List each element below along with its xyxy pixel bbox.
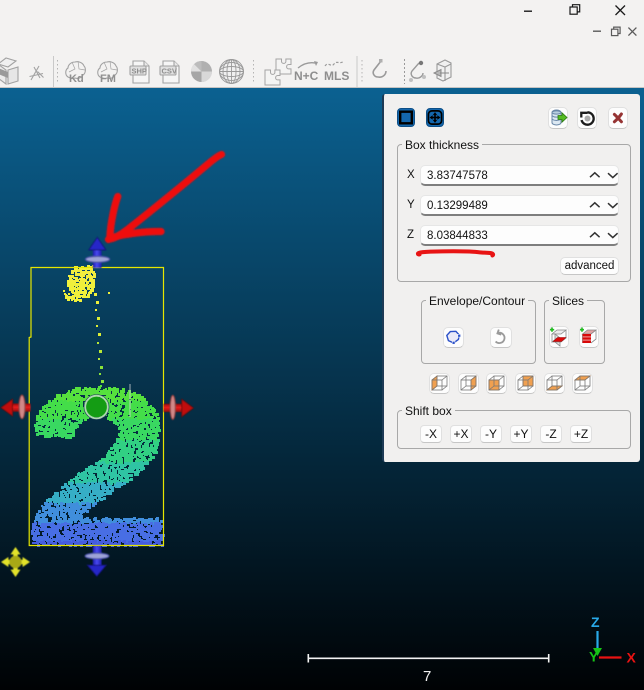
svg-text:Kd: Kd: [69, 73, 84, 85]
svg-text:FM: FM: [100, 73, 116, 85]
svg-text:MLS: MLS: [324, 69, 349, 83]
svg-text:Z: Z: [591, 614, 600, 630]
svg-text:CSV: CSV: [162, 67, 177, 76]
svg-text:Y: Y: [589, 649, 599, 665]
svg-text:X: X: [627, 650, 637, 666]
svg-text:N+C: N+C: [294, 69, 319, 83]
svg-text:SHP: SHP: [132, 67, 147, 76]
svg-text:7: 7: [423, 668, 431, 685]
